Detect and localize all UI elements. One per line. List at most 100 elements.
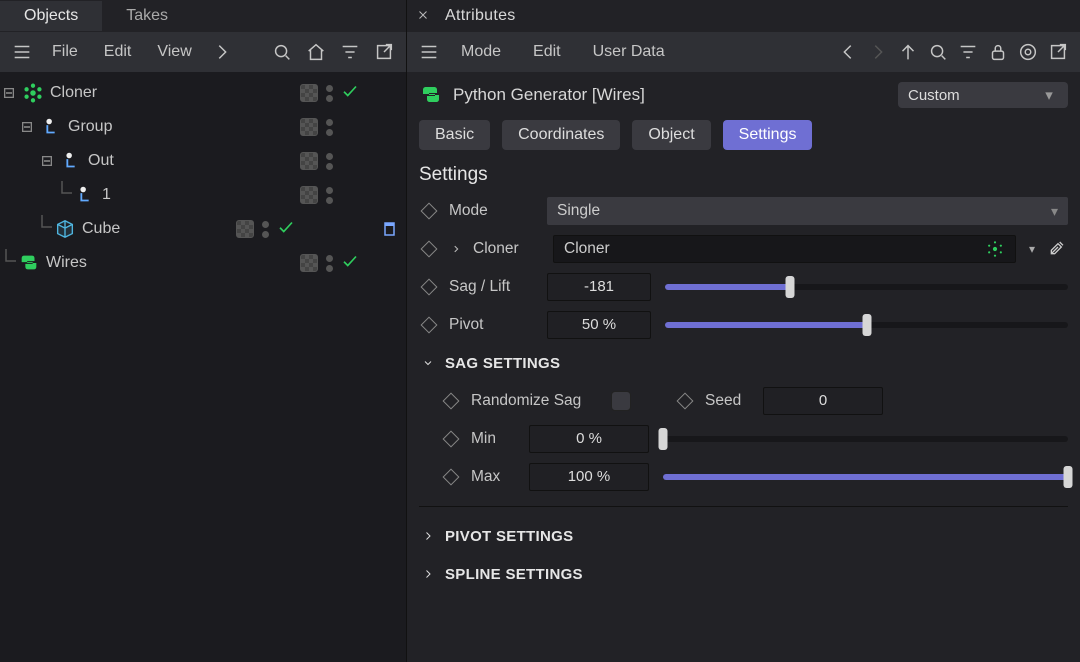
tree-row-cloner[interactable]: Cloner — [0, 76, 406, 110]
sag-lift-value-field[interactable]: -181 — [547, 273, 651, 301]
objects-toolbar: File Edit View — [0, 32, 406, 72]
render-dots[interactable] — [326, 85, 333, 102]
visibility-toggle[interactable] — [236, 220, 254, 238]
cloner-link-field[interactable]: Cloner — [553, 235, 1016, 263]
home-icon[interactable] — [302, 38, 330, 66]
chevron-down-icon: ▾ — [1040, 86, 1058, 104]
objects-panel-tabs: Objects Takes — [0, 0, 406, 32]
chevron-down-icon[interactable]: ▾ — [1026, 242, 1038, 256]
sag-min-slider[interactable] — [663, 425, 1068, 453]
expander-icon[interactable] — [2, 86, 16, 100]
attributes-toolbar: Mode Edit User Data — [407, 32, 1080, 72]
hamburger-icon[interactable] — [415, 38, 443, 66]
hamburger-icon[interactable] — [8, 38, 36, 66]
display-tag-icon[interactable] — [382, 220, 400, 238]
keyframe-diamond-icon[interactable] — [421, 241, 438, 258]
tab-coordinates[interactable]: Coordinates — [502, 120, 620, 150]
menu-edit[interactable]: Edit — [519, 43, 575, 61]
param-label: Min — [471, 430, 519, 448]
attributes-header: Attributes — [407, 0, 1080, 32]
tab-takes[interactable]: Takes — [102, 1, 192, 31]
tree-row-flags — [300, 252, 400, 274]
nav-forward-icon[interactable] — [864, 38, 892, 66]
keyframe-diamond-icon[interactable] — [677, 393, 694, 410]
render-dots[interactable] — [326, 187, 333, 204]
tab-settings[interactable]: Settings — [723, 120, 813, 150]
divider — [419, 506, 1068, 507]
tab-basic[interactable]: Basic — [419, 120, 490, 150]
tree-row-wires[interactable]: Wires — [0, 246, 406, 280]
sag-max-value-field[interactable]: 100 % — [529, 463, 649, 491]
popout-icon[interactable] — [370, 38, 398, 66]
tab-objects[interactable]: Objects — [0, 1, 102, 31]
tab-object[interactable]: Object — [632, 120, 710, 150]
keyframe-diamond-icon[interactable] — [421, 279, 438, 296]
tree-row-out[interactable]: Out — [0, 144, 406, 178]
expander-icon[interactable] — [20, 120, 34, 134]
python-icon — [18, 252, 40, 274]
render-dots[interactable] — [326, 119, 333, 136]
nav-back-icon[interactable] — [834, 38, 862, 66]
keyframe-diamond-icon[interactable] — [443, 431, 460, 448]
visibility-toggle[interactable] — [300, 84, 318, 102]
keyframe-diamond-icon[interactable] — [443, 393, 460, 410]
eyedropper-icon[interactable] — [1048, 237, 1068, 261]
filter-icon[interactable] — [336, 38, 364, 66]
menu-mode[interactable]: Mode — [447, 43, 515, 61]
pivot-slider[interactable] — [665, 311, 1068, 339]
mode-dropdown[interactable]: Single ▾ — [547, 197, 1068, 225]
visibility-toggle[interactable] — [300, 152, 318, 170]
popout-icon[interactable] — [1044, 38, 1072, 66]
chevron-right-icon[interactable] — [449, 241, 463, 258]
chevron-right-icon[interactable] — [208, 38, 236, 66]
group-sag-body: Randomize Sag Seed 0 Min 0 % Max 100 % — [419, 382, 1068, 496]
render-dots[interactable] — [326, 255, 333, 272]
nav-up-icon[interactable] — [894, 38, 922, 66]
sag-lift-slider[interactable] — [665, 273, 1068, 301]
menu-view[interactable]: View — [147, 43, 201, 61]
param-label: Mode — [449, 202, 537, 220]
keyframe-diamond-icon[interactable] — [421, 203, 438, 220]
close-icon[interactable] — [417, 8, 429, 24]
sag-min-value-field[interactable]: 0 % — [529, 425, 649, 453]
keyframe-diamond-icon[interactable] — [443, 469, 460, 486]
visibility-toggle[interactable] — [300, 254, 318, 272]
enable-check-icon[interactable] — [277, 218, 295, 240]
group-spline-settings[interactable]: SPLINE SETTINGS — [419, 555, 1068, 593]
render-dots[interactable] — [262, 221, 269, 238]
lock-icon[interactable] — [984, 38, 1012, 66]
tree-label: Cube — [82, 220, 120, 238]
tree-connector-icon — [2, 249, 16, 277]
group-title: PIVOT SETTINGS — [445, 528, 573, 545]
filter-icon[interactable] — [954, 38, 982, 66]
tree-row-flags — [300, 152, 400, 170]
chevron-right-icon — [419, 568, 437, 580]
tree-row-group[interactable]: Group — [0, 110, 406, 144]
search-icon[interactable] — [268, 38, 296, 66]
tree-row-flags — [300, 82, 400, 104]
target-icon[interactable] — [1014, 38, 1042, 66]
cloner-link-value: Cloner — [564, 240, 610, 258]
enable-check-icon[interactable] — [341, 252, 359, 274]
tree-row-flags — [236, 218, 336, 240]
menu-file[interactable]: File — [42, 43, 88, 61]
randomize-sag-checkbox[interactable] — [611, 391, 631, 411]
expander-icon[interactable] — [40, 154, 54, 168]
search-icon[interactable] — [924, 38, 952, 66]
group-pivot-settings[interactable]: PIVOT SETTINGS — [419, 517, 1068, 555]
visibility-toggle[interactable] — [300, 186, 318, 204]
visibility-toggle[interactable] — [300, 118, 318, 136]
tree-connector-icon — [58, 181, 72, 209]
menu-edit[interactable]: Edit — [94, 43, 142, 61]
enable-check-icon[interactable] — [341, 82, 359, 104]
preset-dropdown[interactable]: Custom ▾ — [898, 82, 1068, 108]
menu-userdata[interactable]: User Data — [579, 43, 679, 61]
seed-value-field[interactable]: 0 — [763, 387, 883, 415]
tree-row-one[interactable]: 1 — [0, 178, 406, 212]
pivot-value-field[interactable]: 50 % — [547, 311, 651, 339]
keyframe-diamond-icon[interactable] — [421, 317, 438, 334]
group-sag-settings[interactable]: SAG SETTINGS — [419, 344, 1068, 382]
render-dots[interactable] — [326, 153, 333, 170]
tree-row-cube[interactable]: Cube — [0, 212, 406, 246]
sag-max-slider[interactable] — [663, 463, 1068, 491]
